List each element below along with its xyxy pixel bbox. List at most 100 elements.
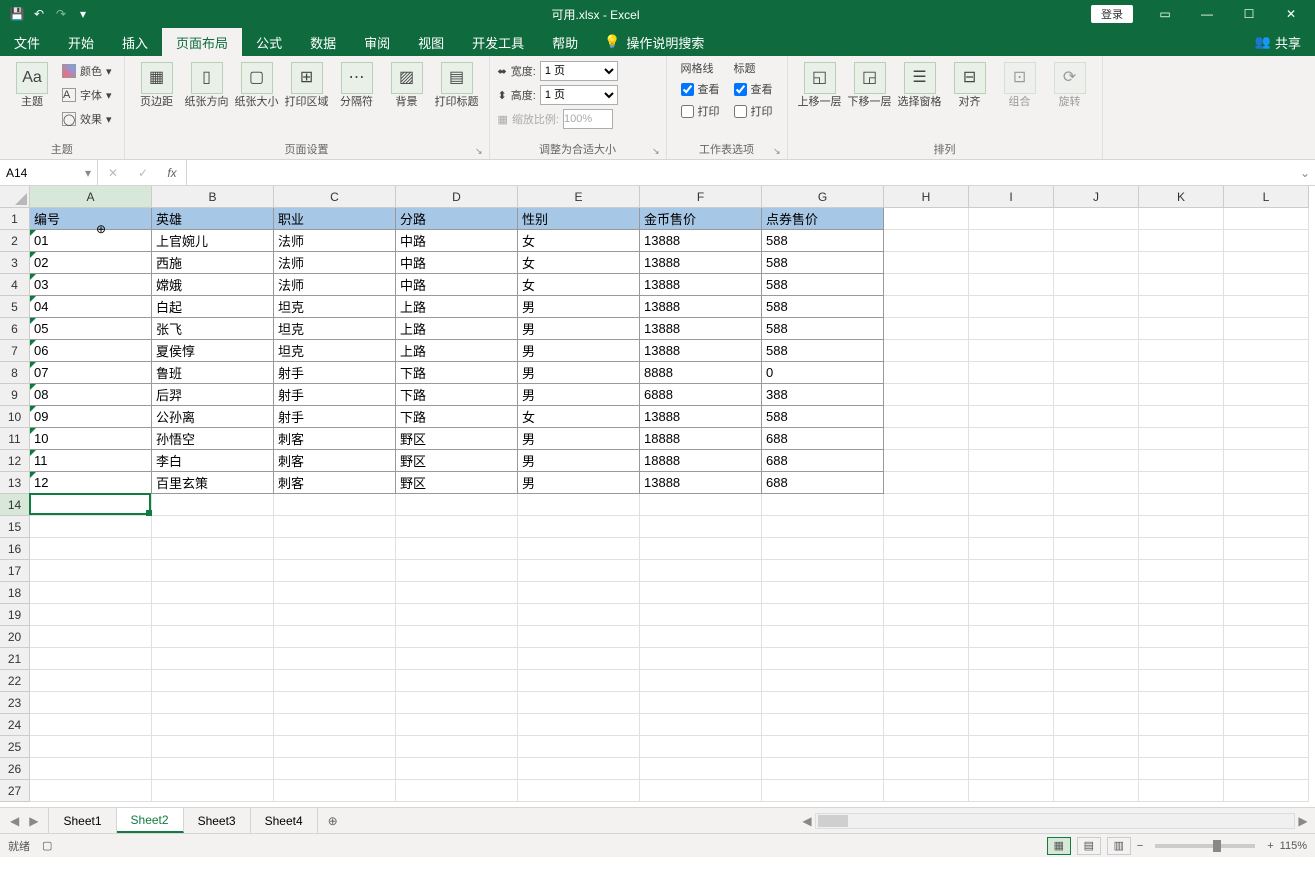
- cell[interactable]: 上官婉儿: [152, 230, 274, 252]
- cell[interactable]: [969, 406, 1054, 428]
- cell[interactable]: [1139, 208, 1224, 230]
- cell[interactable]: [396, 582, 518, 604]
- cell[interactable]: [152, 582, 274, 604]
- sheet-tab[interactable]: Sheet3: [184, 808, 251, 833]
- row-header[interactable]: 24: [0, 714, 30, 736]
- cell[interactable]: 13888: [640, 318, 762, 340]
- cell[interactable]: [396, 780, 518, 802]
- zoom-slider[interactable]: [1155, 844, 1255, 848]
- cell[interactable]: [640, 494, 762, 516]
- cell[interactable]: [969, 318, 1054, 340]
- cell[interactable]: [762, 780, 884, 802]
- cell[interactable]: [1224, 670, 1309, 692]
- new-sheet-button[interactable]: ⊕: [318, 808, 348, 833]
- cell[interactable]: [1224, 758, 1309, 780]
- cell[interactable]: 09: [30, 406, 152, 428]
- cell[interactable]: [1139, 670, 1224, 692]
- cell[interactable]: 02: [30, 252, 152, 274]
- cell[interactable]: [969, 274, 1054, 296]
- cell[interactable]: [762, 582, 884, 604]
- menu-tab-1[interactable]: 开始: [54, 28, 108, 56]
- menu-tab-7[interactable]: 视图: [404, 28, 458, 56]
- cell[interactable]: [1139, 362, 1224, 384]
- row-header[interactable]: 10: [0, 406, 30, 428]
- cell[interactable]: 588: [762, 406, 884, 428]
- menu-tab-9[interactable]: 帮助: [538, 28, 592, 56]
- row-header[interactable]: 21: [0, 648, 30, 670]
- menu-tab-2[interactable]: 插入: [108, 28, 162, 56]
- page-break-view-button[interactable]: ▥: [1107, 837, 1131, 855]
- cell[interactable]: 588: [762, 296, 884, 318]
- cell[interactable]: [152, 736, 274, 758]
- cell[interactable]: [1224, 362, 1309, 384]
- cell[interactable]: [274, 516, 396, 538]
- cell[interactable]: [152, 516, 274, 538]
- cell[interactable]: [396, 604, 518, 626]
- cell[interactable]: [884, 714, 969, 736]
- cell[interactable]: [274, 670, 396, 692]
- cell[interactable]: 白起: [152, 296, 274, 318]
- cell[interactable]: [969, 494, 1054, 516]
- cell[interactable]: [1054, 296, 1139, 318]
- cell[interactable]: [30, 582, 152, 604]
- dialog-launcher-icon[interactable]: ↘: [652, 146, 660, 157]
- cell[interactable]: 坦克: [274, 296, 396, 318]
- cell[interactable]: [1224, 296, 1309, 318]
- cell[interactable]: [1224, 692, 1309, 714]
- cell[interactable]: 男: [518, 318, 640, 340]
- cell[interactable]: [152, 538, 274, 560]
- cell[interactable]: [1054, 670, 1139, 692]
- cell[interactable]: 上路: [396, 318, 518, 340]
- cell[interactable]: [640, 714, 762, 736]
- cell[interactable]: [969, 362, 1054, 384]
- cell[interactable]: 13888: [640, 230, 762, 252]
- cell[interactable]: [1054, 516, 1139, 538]
- cell[interactable]: [1139, 274, 1224, 296]
- cell[interactable]: 下路: [396, 384, 518, 406]
- cell[interactable]: [884, 516, 969, 538]
- cell[interactable]: [1054, 538, 1139, 560]
- maximize-icon[interactable]: ☐: [1229, 2, 1269, 26]
- cell[interactable]: 男: [518, 362, 640, 384]
- cell[interactable]: [1054, 384, 1139, 406]
- cell[interactable]: [762, 692, 884, 714]
- cell[interactable]: [884, 384, 969, 406]
- cell[interactable]: [1224, 604, 1309, 626]
- column-header[interactable]: F: [640, 186, 762, 208]
- cell[interactable]: 688: [762, 472, 884, 494]
- cell[interactable]: 公孙离: [152, 406, 274, 428]
- cell[interactable]: [1054, 692, 1139, 714]
- row-header[interactable]: 20: [0, 626, 30, 648]
- sheet-tab[interactable]: Sheet2: [117, 808, 184, 833]
- cell[interactable]: [1224, 384, 1309, 406]
- cell[interactable]: [762, 604, 884, 626]
- cell[interactable]: 男: [518, 450, 640, 472]
- cell[interactable]: 张飞: [152, 318, 274, 340]
- cell[interactable]: [1224, 538, 1309, 560]
- cell[interactable]: [1224, 582, 1309, 604]
- cell[interactable]: [1054, 736, 1139, 758]
- cell[interactable]: 女: [518, 406, 640, 428]
- cell[interactable]: [762, 516, 884, 538]
- cell[interactable]: [884, 736, 969, 758]
- cell[interactable]: 女: [518, 252, 640, 274]
- undo-icon[interactable]: ↶: [30, 5, 48, 23]
- cell[interactable]: [969, 230, 1054, 252]
- cell-grid[interactable]: 编号英雄职业分路性别金币售价点券售价01上官婉儿法师中路女1388858802西…: [30, 208, 1309, 802]
- theme-fonts-button[interactable]: A字体 ▾: [58, 84, 116, 106]
- cell[interactable]: [518, 780, 640, 802]
- gridlines-view-checkbox[interactable]: 查看: [681, 78, 720, 100]
- cell[interactable]: 英雄: [152, 208, 274, 230]
- cell[interactable]: [1054, 274, 1139, 296]
- cell[interactable]: [884, 670, 969, 692]
- cell[interactable]: 法师: [274, 274, 396, 296]
- cell[interactable]: [1054, 648, 1139, 670]
- print-titles-button[interactable]: ▤打印标题: [433, 60, 481, 111]
- cell[interactable]: 野区: [396, 428, 518, 450]
- login-button[interactable]: 登录: [1091, 5, 1133, 23]
- chevron-down-icon[interactable]: ▾: [85, 166, 91, 180]
- themes-button[interactable]: Aa主题: [8, 60, 56, 111]
- row-header[interactable]: 15: [0, 516, 30, 538]
- cell[interactable]: [884, 582, 969, 604]
- row-header[interactable]: 11: [0, 428, 30, 450]
